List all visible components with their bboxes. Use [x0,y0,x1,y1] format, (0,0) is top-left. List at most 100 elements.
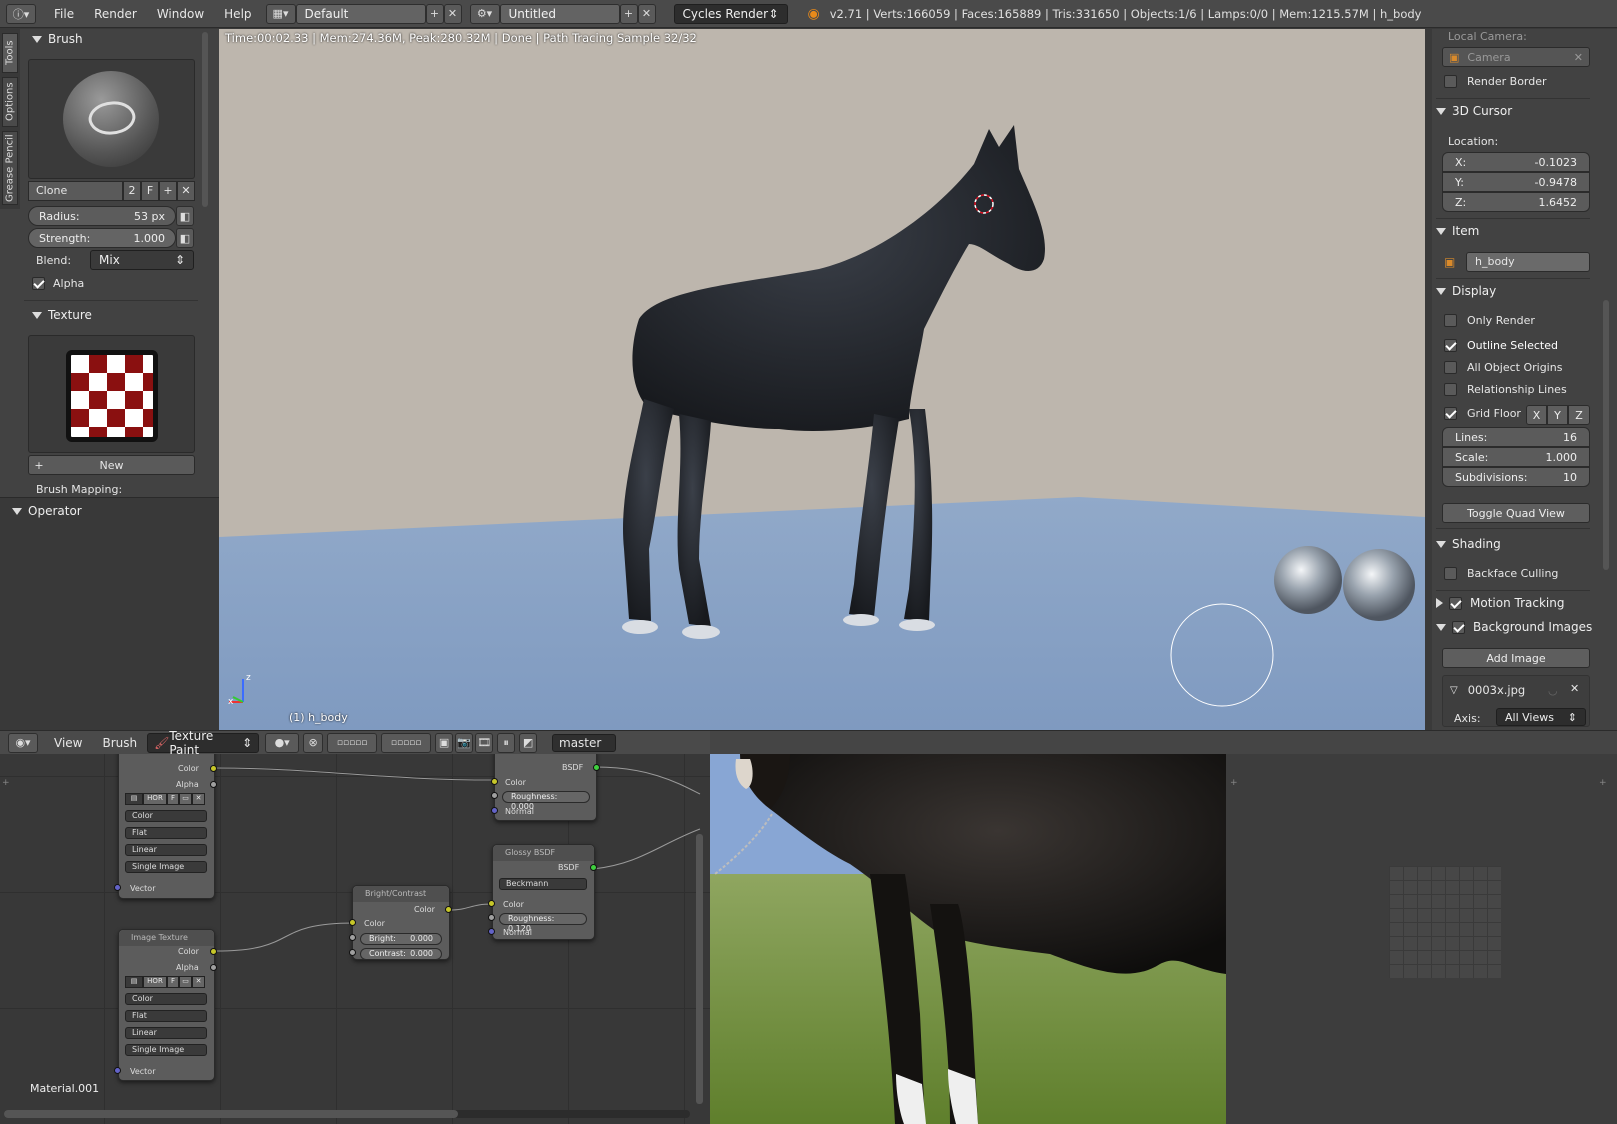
alpha-checkbox-row[interactable]: Alpha [32,277,84,290]
face-mask-icon[interactable]: ⊗ [303,732,324,753]
grid-subdivisions-field[interactable]: Subdivisions: 10 [1442,467,1590,487]
strength-pressure-icon[interactable]: ◧ [176,228,194,248]
radius-pressure-icon[interactable]: ◧ [176,206,194,226]
uv-image-editor[interactable]: + + [1226,754,1617,1124]
mode-select[interactable]: 🖌 Texture Paint ⇕ [147,729,260,757]
color-input-socket[interactable] [349,919,356,926]
backface-culling-row[interactable]: Backface Culling [1444,567,1558,580]
image-name-field[interactable]: HOR [143,976,167,988]
uv-editor-plus-icon[interactable]: + [1230,778,1238,788]
layer-name-field[interactable]: master [552,734,616,752]
bsdf-output-socket[interactable] [593,764,600,771]
shading-panel-header[interactable]: Shading [1436,537,1596,551]
contrast-field[interactable]: Contrast: 0.000 [360,948,442,960]
alpha-output-socket[interactable] [210,781,217,788]
screen-layout-icon[interactable]: ▦▾ [265,3,296,24]
alpha-checkbox[interactable] [32,277,45,290]
bsdf-output-socket[interactable] [590,864,597,871]
layers-group-2[interactable]: ▫▫▫▫▫ [381,732,432,753]
expand-chevron-icon[interactable]: ▽ [1450,685,1458,696]
screen-layout-field[interactable]: Default [295,3,426,24]
unlink-brush-icon[interactable]: ✕ [177,181,195,201]
remove-layout-icon[interactable]: ✕ [443,3,462,24]
operator-panel-header[interactable]: Operator [12,504,82,518]
add-layout-icon[interactable]: + [425,3,444,24]
scene-icon[interactable]: ⚙▾ [469,3,500,24]
render-border-checkbox[interactable] [1444,75,1457,88]
node-editor-h-scrollbar-thumb[interactable] [4,1110,458,1118]
layers-group-1[interactable]: ▫▫▫▫▫ [327,732,378,753]
source-select[interactable]: Single Image [125,1044,207,1056]
image-browse-icon[interactable]: ▤ [125,793,143,805]
image-browse-icon[interactable]: ▤ [125,976,143,988]
outline-selected-checkbox[interactable] [1444,339,1457,352]
vector-input-socket[interactable] [114,884,121,891]
info-editor-type-button[interactable]: ⓘ▾ [6,3,36,24]
grid-scale-field[interactable]: Scale: 1.000 [1442,447,1590,467]
normal-input-socket[interactable] [491,807,498,814]
image-fake-user[interactable]: F [167,793,179,805]
fake-user-button[interactable]: F [141,181,159,201]
clear-camera-icon[interactable]: ✕ [1574,51,1583,64]
only-render-row[interactable]: Only Render [1444,314,1535,327]
relationship-lines-row[interactable]: Relationship Lines [1444,383,1567,396]
backface-culling-checkbox[interactable] [1444,567,1457,580]
menu-help[interactable]: Help [214,7,261,21]
3d-viewport[interactable]: Time:00:02.33 | Mem:274.36M, Peak:280.32… [219,29,1425,730]
color-output-socket[interactable] [445,906,452,913]
relationship-lines-checkbox[interactable] [1444,383,1457,396]
display-panel-header[interactable]: Display [1436,284,1596,298]
projection-select[interactable]: Flat [125,827,207,839]
color-output-socket[interactable] [210,948,217,955]
bright-input-socket[interactable] [349,934,356,941]
render-border-row[interactable]: Render Border [1444,75,1547,88]
sidebar-scrollbar[interactable] [1603,300,1609,570]
bright-field[interactable]: Bright: 0.000 [360,933,442,945]
visibility-eye-icon[interactable]: ◡ [1548,684,1558,697]
alpha-output-socket[interactable] [210,964,217,971]
grid-lines-field[interactable]: Lines: 16 [1442,427,1590,447]
brush-preview[interactable] [28,59,195,179]
normal-input-socket[interactable] [488,928,495,935]
open-image-icon[interactable]: ▭ [179,976,192,988]
scene-field[interactable]: Untitled [499,3,620,24]
menu-window[interactable]: Window [147,7,214,21]
remove-image-icon[interactable]: ✕ [1570,682,1579,695]
image-fake-user[interactable]: F [167,976,179,988]
background-image-row[interactable]: ▽ 0003x.jpg [1450,683,1525,697]
color-space-select[interactable]: Color [125,993,207,1005]
grid-floor-checkbox[interactable] [1444,407,1457,420]
strength-field[interactable]: Strength: 1.000 [28,228,176,248]
item-panel-header[interactable]: Item [1436,224,1596,238]
render-engine-select[interactable]: Cycles Render ⇕ [673,3,788,24]
image-texture-node-2[interactable]: Image Texture [118,929,215,1081]
roughness-field[interactable]: Roughness: 0.000 [502,791,590,811]
all-origins-checkbox[interactable] [1444,361,1457,374]
roughness-input-socket[interactable] [491,792,498,799]
brush-users-count[interactable]: 2 [123,181,141,201]
add-scene-icon[interactable]: + [619,3,638,24]
tool-shelf-scrollbar[interactable] [202,32,208,207]
cursor-z-field[interactable]: Z: 1.6452 [1442,192,1590,212]
roughness-field[interactable]: Roughness: 0.120 [499,913,587,933]
tab-options[interactable]: Options [2,77,18,127]
grid-axis-y-toggle[interactable]: Y [1547,405,1568,425]
color-input-socket[interactable] [488,900,495,907]
source-select[interactable]: Single Image [125,861,207,873]
render-preview-icon[interactable]: 📷 [455,732,474,753]
projection-select[interactable]: Flat [125,1010,207,1022]
node-editor-plus-icon[interactable]: + [2,778,10,788]
motion-tracking-checkbox[interactable] [1449,596,1462,610]
distribution-select[interactable]: Beckmann [499,878,587,890]
uv-editor-plus-icon-right[interactable]: + [1599,778,1607,788]
viewport-shading-button[interactable]: ●▾ [265,732,300,753]
object-name-field[interactable]: h_body [1466,252,1590,272]
tab-tools[interactable]: Tools [2,33,18,73]
menu-file[interactable]: File [44,7,84,21]
new-texture-button[interactable]: + New [28,455,195,475]
toggle-quad-view-button[interactable]: Toggle Quad View [1442,503,1590,523]
background-images-panel-header[interactable]: Background Images [1436,620,1596,634]
image-editor[interactable] [710,754,1226,1124]
3d-cursor-panel-header[interactable]: 3D Cursor [1436,104,1596,118]
color-input-socket[interactable] [491,778,498,785]
